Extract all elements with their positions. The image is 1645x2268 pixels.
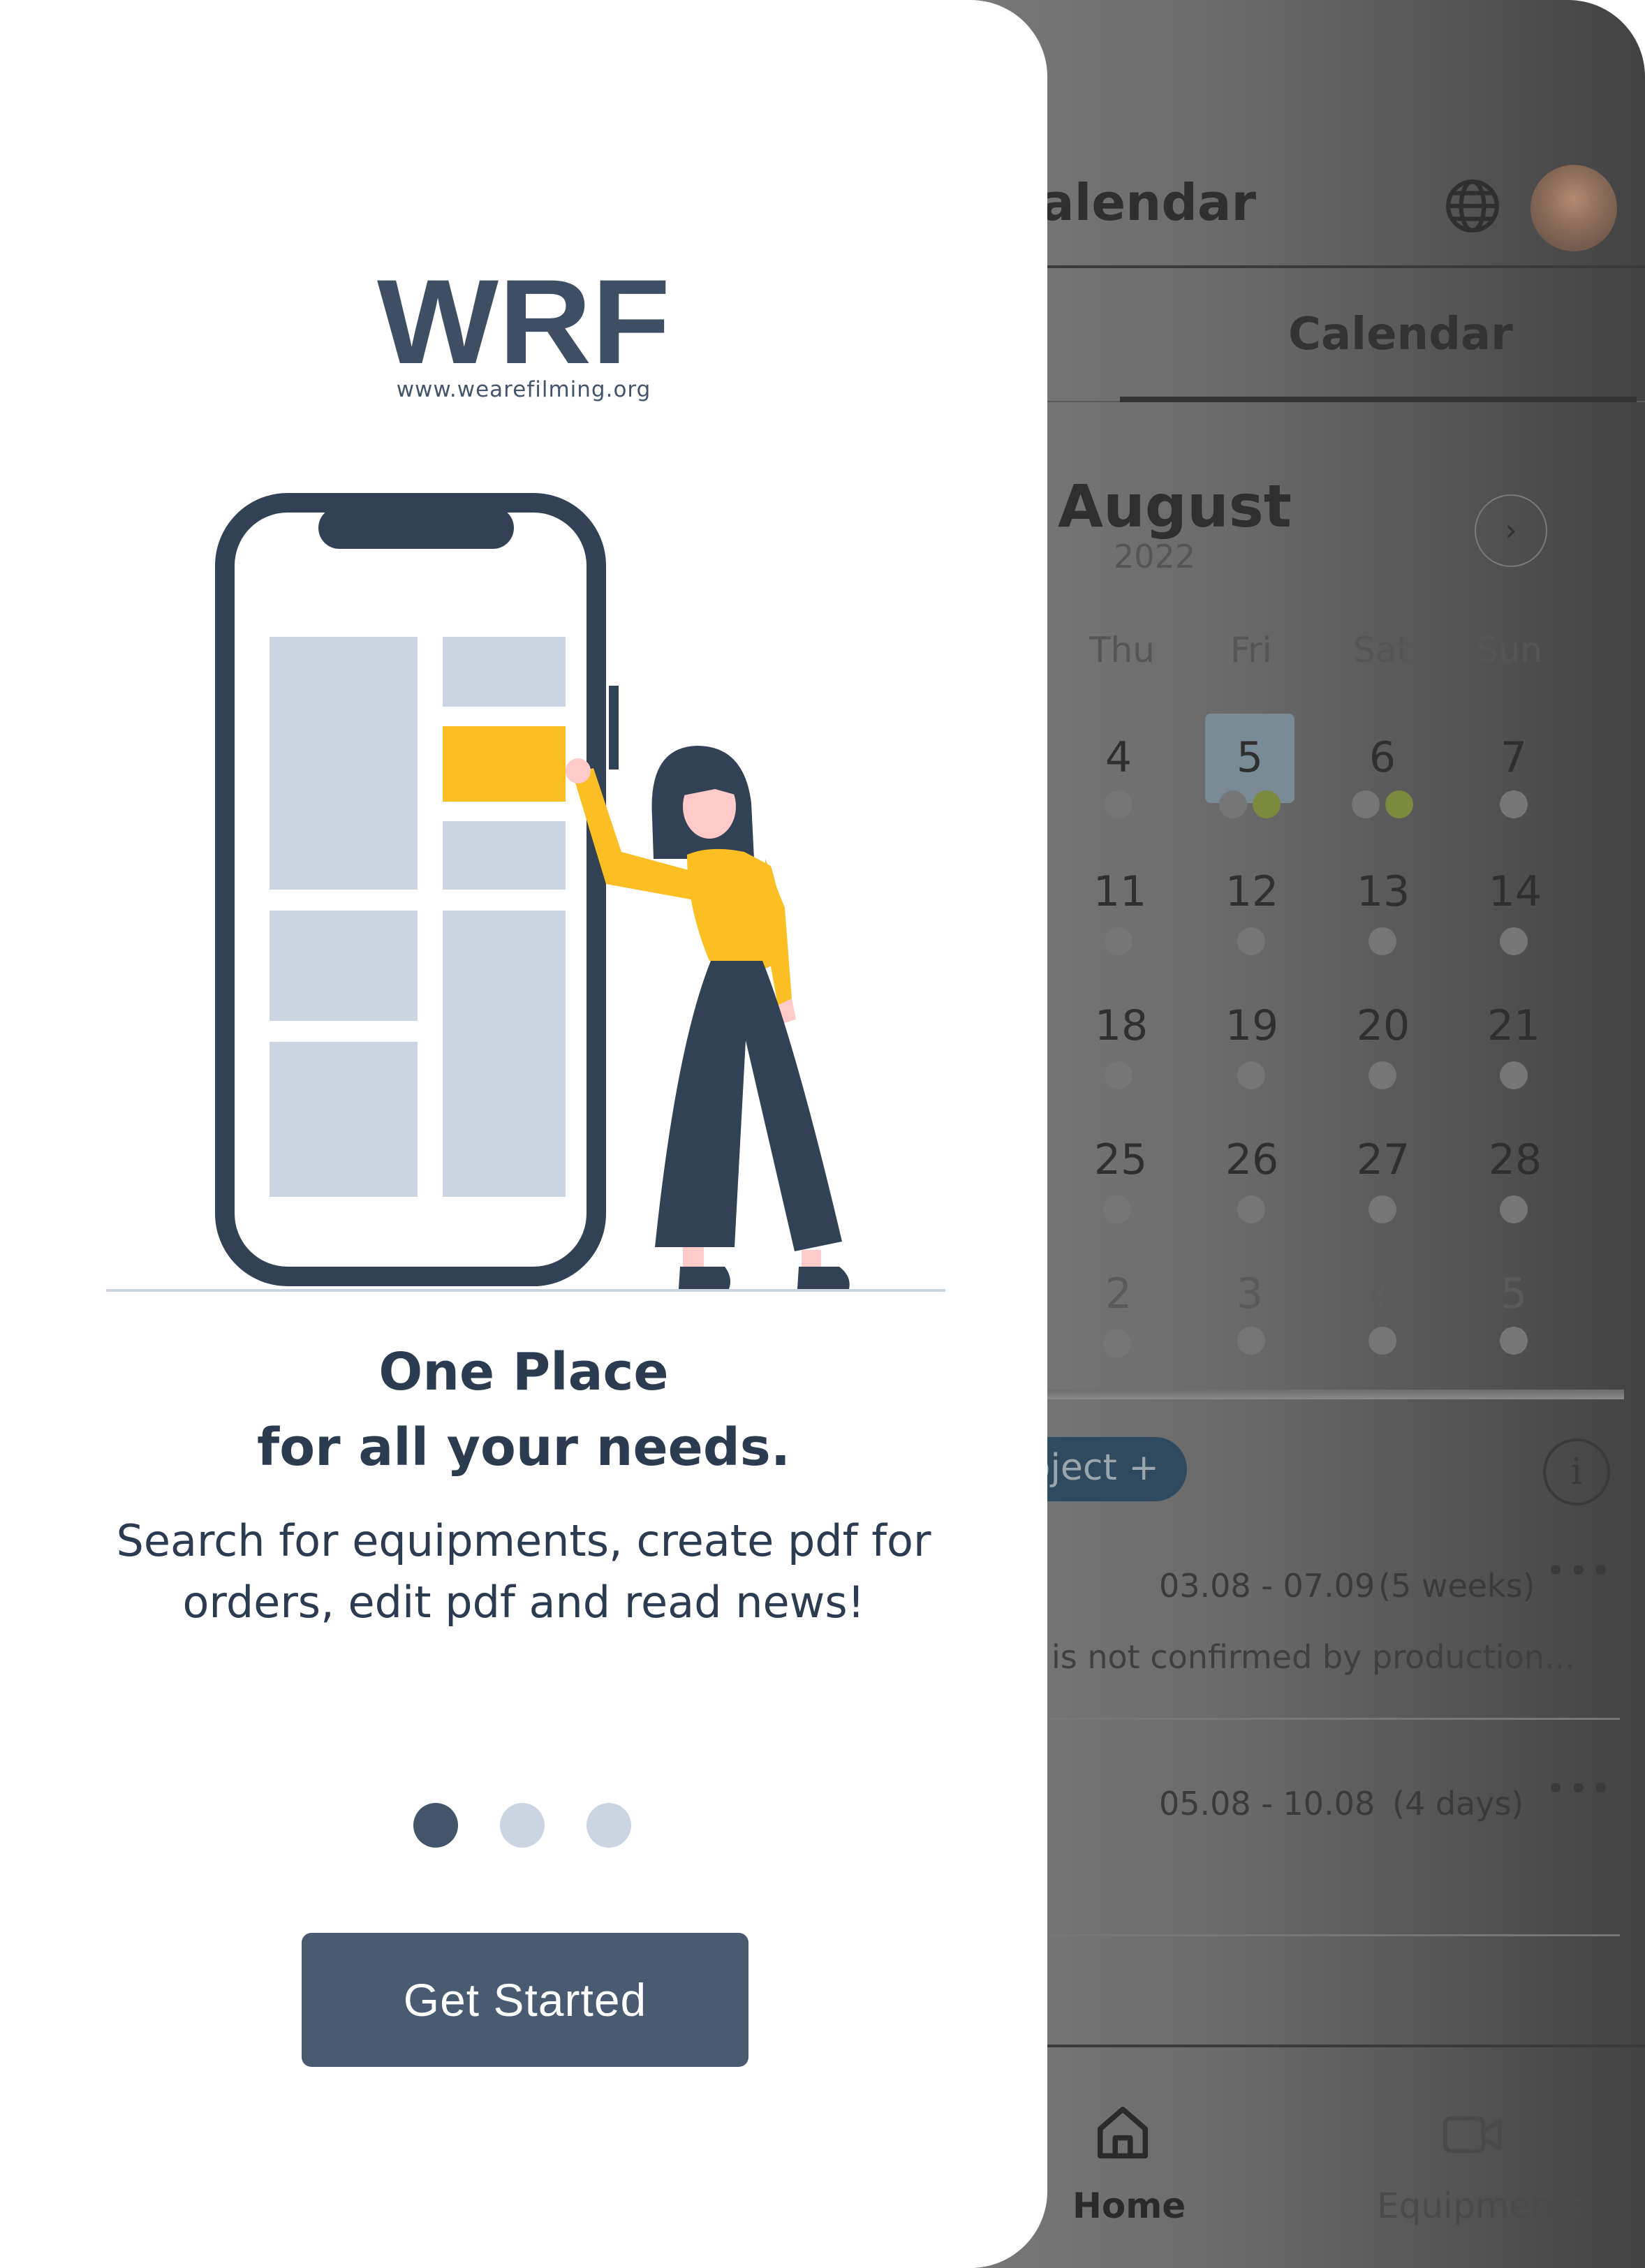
calendar-day[interactable]: 18 bbox=[1079, 1001, 1163, 1050]
event-dot bbox=[1237, 1195, 1265, 1223]
calendar-day[interactable]: 25 bbox=[1079, 1135, 1163, 1184]
event-dot bbox=[1500, 1327, 1528, 1355]
calendar-day[interactable]: 2 bbox=[1077, 1269, 1160, 1318]
nav-home-label[interactable]: Home bbox=[1072, 2186, 1186, 2226]
weekday-label: Sat bbox=[1353, 630, 1410, 670]
add-project-label: oject + bbox=[1028, 1447, 1159, 1489]
event-dot bbox=[1500, 1195, 1528, 1223]
calendar-day[interactable]: 7 bbox=[1472, 733, 1556, 782]
phone-person-illustration bbox=[106, 493, 945, 1292]
calendar-day[interactable]: 21 bbox=[1472, 1001, 1556, 1050]
onboarding-panel: WRF www.wearefilming.org One Place for a… bbox=[0, 0, 1047, 2268]
calendar-day[interactable]: 4 bbox=[1340, 1269, 1424, 1318]
event-dot bbox=[1237, 1327, 1265, 1355]
get-started-button[interactable]: Get Started bbox=[302, 1933, 748, 2067]
header-divider bbox=[1033, 265, 1645, 268]
calendar-day[interactable]: 13 bbox=[1341, 867, 1425, 916]
event-dot bbox=[1253, 790, 1281, 818]
calendar-day-selected[interactable]: 5 bbox=[1208, 733, 1292, 782]
next-month-button[interactable]: › bbox=[1475, 494, 1547, 567]
logo-url: www.wearefilming.org bbox=[396, 377, 651, 402]
calendar-day[interactable]: 19 bbox=[1210, 1001, 1294, 1050]
onboarding-title-line1: One Place bbox=[378, 1342, 669, 1402]
pager-dot[interactable] bbox=[587, 1803, 631, 1848]
event-dot bbox=[1500, 927, 1528, 955]
calendar-day[interactable]: 11 bbox=[1078, 867, 1162, 916]
calendar-day[interactable]: 20 bbox=[1341, 1001, 1425, 1050]
event-dot bbox=[1103, 1330, 1131, 1357]
svg-text:WRF: WRF bbox=[377, 277, 670, 367]
weekday-label: Sun bbox=[1476, 630, 1543, 670]
calendar-card-edge bbox=[1033, 1390, 1624, 1399]
calendar-day[interactable]: 12 bbox=[1210, 867, 1294, 916]
onboarding-title-line2: for all your needs. bbox=[257, 1418, 790, 1478]
video-camera-icon[interactable] bbox=[1443, 2110, 1503, 2159]
project-dates: 05.08 - 10.08 bbox=[1159, 1785, 1375, 1822]
project-note: is not confirmed by production... bbox=[1052, 1638, 1575, 1676]
nav-equipments-label[interactable]: Equipments bbox=[1377, 2186, 1584, 2226]
wrf-logo: WRF bbox=[377, 277, 670, 367]
onboarding-description-line1: Search for equipments, create pdf for bbox=[116, 1515, 931, 1566]
project-dates: 03.08 - 07.09 bbox=[1159, 1567, 1375, 1605]
calendar-day[interactable]: 5 bbox=[1472, 1269, 1556, 1318]
more-options-icon[interactable]: ••• bbox=[1546, 1552, 1614, 1591]
calendar-day[interactable]: 14 bbox=[1473, 867, 1557, 916]
event-dot bbox=[1105, 1061, 1133, 1089]
bottom-nav-divider bbox=[1033, 2045, 1645, 2047]
pager-dot-active[interactable] bbox=[413, 1803, 458, 1848]
calendar-day[interactable]: 3 bbox=[1208, 1269, 1292, 1318]
event-dot bbox=[1369, 1061, 1396, 1089]
event-dot bbox=[1500, 1061, 1528, 1089]
event-dot bbox=[1237, 1061, 1265, 1089]
info-icon[interactable]: i bbox=[1543, 1438, 1610, 1505]
project-duration: (4 days) bbox=[1392, 1785, 1524, 1822]
event-dot bbox=[1105, 790, 1133, 818]
year-label: 2022 bbox=[1114, 538, 1196, 575]
tab-calendar[interactable]: Calendar bbox=[1288, 309, 1513, 360]
chevron-right-icon: › bbox=[1505, 513, 1517, 548]
avatar[interactable] bbox=[1530, 165, 1617, 251]
event-dot bbox=[1352, 790, 1380, 818]
event-dot bbox=[1369, 927, 1396, 955]
more-options-icon[interactable]: ••• bbox=[1546, 1769, 1614, 1809]
weekday-label: Fri bbox=[1230, 630, 1272, 670]
event-dot bbox=[1369, 1195, 1396, 1223]
event-dot bbox=[1219, 790, 1247, 818]
calendar-day[interactable]: 26 bbox=[1210, 1135, 1294, 1184]
calendar-day[interactable]: 6 bbox=[1341, 733, 1424, 782]
onboarding-description-line2: orders, edit pdf and read news! bbox=[182, 1577, 865, 1628]
project-card[interactable] bbox=[1033, 1739, 1620, 1936]
calendar-day[interactable]: 28 bbox=[1473, 1135, 1557, 1184]
event-dot bbox=[1385, 790, 1413, 818]
event-dot bbox=[1105, 927, 1133, 955]
event-dot bbox=[1237, 927, 1265, 955]
event-dot bbox=[1103, 1195, 1131, 1223]
project-card[interactable] bbox=[1033, 1522, 1620, 1720]
event-dot bbox=[1369, 1327, 1396, 1355]
home-icon[interactable] bbox=[1093, 2102, 1153, 2162]
weekday-label: Thu bbox=[1089, 630, 1155, 670]
pager-dot[interactable] bbox=[500, 1803, 545, 1848]
project-duration: (5 weeks) bbox=[1378, 1567, 1535, 1605]
calendar-day[interactable]: 27 bbox=[1341, 1135, 1425, 1184]
month-label: August bbox=[1058, 472, 1292, 540]
bg-header-title: alendar bbox=[1040, 173, 1256, 232]
globe-icon[interactable] bbox=[1444, 177, 1501, 235]
calendar-day[interactable]: 4 bbox=[1077, 733, 1160, 782]
event-dot bbox=[1500, 790, 1528, 818]
tab-active-indicator bbox=[1120, 397, 1637, 402]
